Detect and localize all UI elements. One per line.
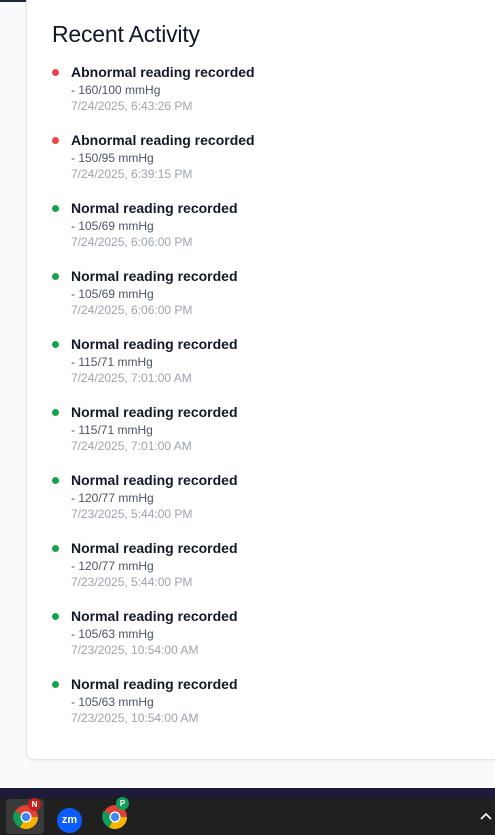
chrome-icon[interactable]: P (102, 797, 129, 830)
taskbar-top-border (0, 788, 495, 798)
activity-title: Normal reading recorded (71, 268, 238, 284)
status-dot-icon (52, 137, 59, 144)
chrome-icon[interactable]: N (13, 798, 41, 830)
activity-value: - 105/63 mmHg (71, 695, 154, 709)
activity-item: Normal reading recorded - 120/77 mmHg 7/… (51, 537, 491, 605)
status-dot-icon (52, 409, 59, 416)
activity-item: Normal reading recorded - 105/63 mmHg 7/… (51, 673, 491, 741)
notification-badge: N (28, 798, 41, 811)
activity-item: Normal reading recorded - 105/69 mmHg 7/… (51, 197, 491, 265)
activity-list: Abnormal reading recorded - 160/100 mmHg… (51, 61, 491, 741)
activity-value: - 115/71 mmHg (71, 423, 153, 437)
status-dot-icon (52, 681, 59, 688)
activity-timestamp: 7/23/2025, 10:54:00 AM (71, 643, 199, 657)
activity-value: - 105/69 mmHg (71, 219, 154, 233)
activity-item: Normal reading recorded - 115/71 mmHg 7/… (51, 401, 491, 469)
activity-title: Normal reading recorded (71, 540, 238, 556)
status-dot-icon (52, 477, 59, 484)
activity-title: Normal reading recorded (71, 608, 238, 624)
activity-timestamp: 7/24/2025, 7:01:00 AM (71, 439, 192, 453)
activity-title: Normal reading recorded (71, 472, 238, 488)
activity-title: Abnormal reading recorded (71, 132, 255, 148)
activity-item: Abnormal reading recorded - 150/95 mmHg … (51, 129, 491, 197)
activity-timestamp: 7/23/2025, 5:44:00 PM (71, 507, 193, 521)
activity-timestamp: 7/24/2025, 7:01:00 AM (71, 371, 192, 385)
activity-title: Normal reading recorded (71, 200, 238, 216)
page-content: Recent Activity Abnormal reading recorde… (0, 0, 495, 788)
activity-timestamp: 7/24/2025, 6:06:00 PM (71, 303, 193, 317)
activity-value: - 150/95 mmHg (71, 151, 154, 165)
activity-value: - 160/100 mmHg (71, 83, 161, 97)
activity-item: Normal reading recorded - 105/69 mmHg 7/… (51, 265, 491, 333)
zoom-app-icon[interactable]: zm (57, 808, 82, 833)
activity-value: - 105/63 mmHg (71, 627, 154, 641)
activity-value: - 115/71 mmHg (71, 355, 153, 369)
status-dot-icon (52, 205, 59, 212)
activity-timestamp: 7/24/2025, 6:43:26 PM (71, 99, 193, 113)
recent-activity-card: Recent Activity Abnormal reading recorde… (26, 0, 495, 760)
activity-title: Normal reading recorded (71, 404, 238, 420)
activity-item: Normal reading recorded - 120/77 mmHg 7/… (51, 469, 491, 537)
activity-timestamp: 7/23/2025, 5:44:00 PM (71, 575, 193, 589)
activity-item: Normal reading recorded - 105/63 mmHg 7/… (51, 605, 491, 673)
activity-value: - 105/69 mmHg (71, 287, 154, 301)
activity-timestamp: 7/24/2025, 6:06:00 PM (71, 235, 193, 249)
profile-badge: P (116, 797, 129, 810)
card-title: Recent Activity (52, 21, 200, 47)
activity-value: - 120/77 mmHg (71, 559, 154, 573)
activity-title: Normal reading recorded (71, 676, 238, 692)
status-dot-icon (52, 69, 59, 76)
activity-title: Abnormal reading recorded (71, 64, 255, 80)
status-dot-icon (52, 545, 59, 552)
status-dot-icon (52, 341, 59, 348)
activity-timestamp: 7/23/2025, 10:54:00 AM (71, 711, 199, 725)
activity-item: Abnormal reading recorded - 160/100 mmHg… (51, 61, 491, 129)
status-dot-icon (52, 273, 59, 280)
taskbar: N zm P (0, 797, 495, 835)
activity-timestamp: 7/24/2025, 6:39:15 PM (71, 167, 193, 181)
activity-value: - 120/77 mmHg (71, 491, 154, 505)
status-dot-icon (52, 613, 59, 620)
tray-chevron-up-icon[interactable] (480, 810, 492, 822)
activity-title: Normal reading recorded (71, 336, 238, 352)
activity-item: Normal reading recorded - 115/71 mmHg 7/… (51, 333, 491, 401)
